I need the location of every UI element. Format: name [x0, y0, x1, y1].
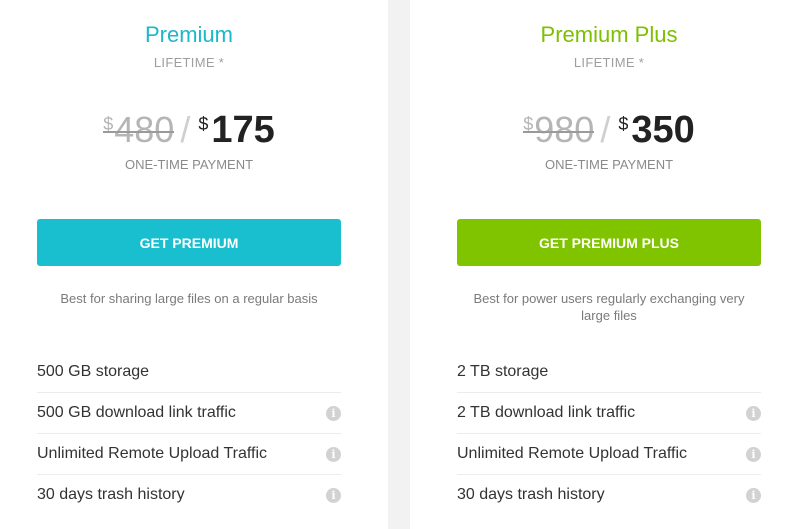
new-price-currency: $ — [618, 114, 629, 134]
old-price-amount: 480 — [114, 109, 175, 150]
info-icon[interactable]: i — [326, 447, 341, 462]
strikethrough-line — [103, 131, 175, 133]
strikethrough-line — [523, 131, 595, 133]
plan-description: Best for sharing large files on a regula… — [60, 291, 318, 306]
info-icon[interactable]: i — [746, 406, 761, 421]
plan-term: LIFETIME * — [153, 55, 225, 70]
info-icon[interactable]: i — [746, 447, 761, 462]
feature-item: 2 TB download link traffic i — [457, 393, 761, 434]
feature-list: 2 TB storage 2 TB download link traffic i… — [457, 352, 761, 515]
price-separator: / — [600, 109, 611, 150]
feature-item: 500 GB download link traffic i — [37, 393, 341, 434]
feature-list: 500 GB storage 500 GB download link traf… — [37, 352, 341, 515]
new-price-amount: 350 — [631, 109, 695, 151]
plan-card-premium: Premium LIFETIME * $ 480 / $ 175 ONE-TIM… — [0, 0, 388, 529]
feature-label: 30 days trash history — [457, 486, 605, 503]
feature-item: 500 GB storage — [37, 352, 341, 393]
price-row: $ 980 / $ 350 — [420, 108, 798, 152]
plan-description: Best for power users regularly exchangin… — [473, 291, 745, 323]
feature-item: 30 days trash history i — [457, 475, 761, 515]
get-premium-button[interactable]: GET PREMIUM — [37, 219, 341, 266]
price-separator: / — [180, 109, 191, 150]
feature-label: 2 TB download link traffic — [457, 404, 636, 421]
plan-card-premium-plus: Premium Plus LIFETIME * $ 980 / $ 350 ON… — [410, 0, 798, 529]
info-icon[interactable]: i — [326, 406, 341, 421]
feature-label: 500 GB download link traffic — [37, 404, 236, 421]
old-price: $ 480 — [103, 108, 175, 152]
feature-label: 500 GB storage — [37, 363, 150, 380]
feature-label: Unlimited Remote Upload Traffic — [37, 445, 268, 462]
info-icon[interactable]: i — [746, 488, 761, 503]
new-price-currency: $ — [198, 114, 209, 134]
price-row: $ 480 / $ 175 — [0, 108, 378, 152]
info-icon[interactable]: i — [326, 488, 341, 503]
new-price: $ 175 — [198, 108, 274, 152]
plan-name: Premium Plus — [540, 22, 678, 47]
plan-term: LIFETIME * — [573, 55, 645, 70]
payment-note: ONE-TIME PAYMENT — [124, 157, 254, 172]
feature-label: Unlimited Remote Upload Traffic — [457, 445, 688, 462]
new-price: $ 350 — [618, 108, 694, 152]
feature-label: 2 TB storage — [457, 363, 549, 380]
feature-item: 2 TB storage — [457, 352, 761, 393]
old-price-amount: 980 — [534, 109, 595, 150]
get-premium-plus-button[interactable]: GET PREMIUM PLUS — [457, 219, 761, 266]
feature-item: Unlimited Remote Upload Traffic i — [457, 434, 761, 475]
payment-note: ONE-TIME PAYMENT — [544, 157, 674, 172]
new-price-amount: 175 — [211, 109, 275, 151]
old-price: $ 980 — [523, 108, 595, 152]
feature-item: 30 days trash history i — [37, 475, 341, 515]
feature-label: 30 days trash history — [37, 486, 185, 503]
feature-item: Unlimited Remote Upload Traffic i — [37, 434, 341, 475]
plan-name: Premium — [144, 22, 233, 47]
